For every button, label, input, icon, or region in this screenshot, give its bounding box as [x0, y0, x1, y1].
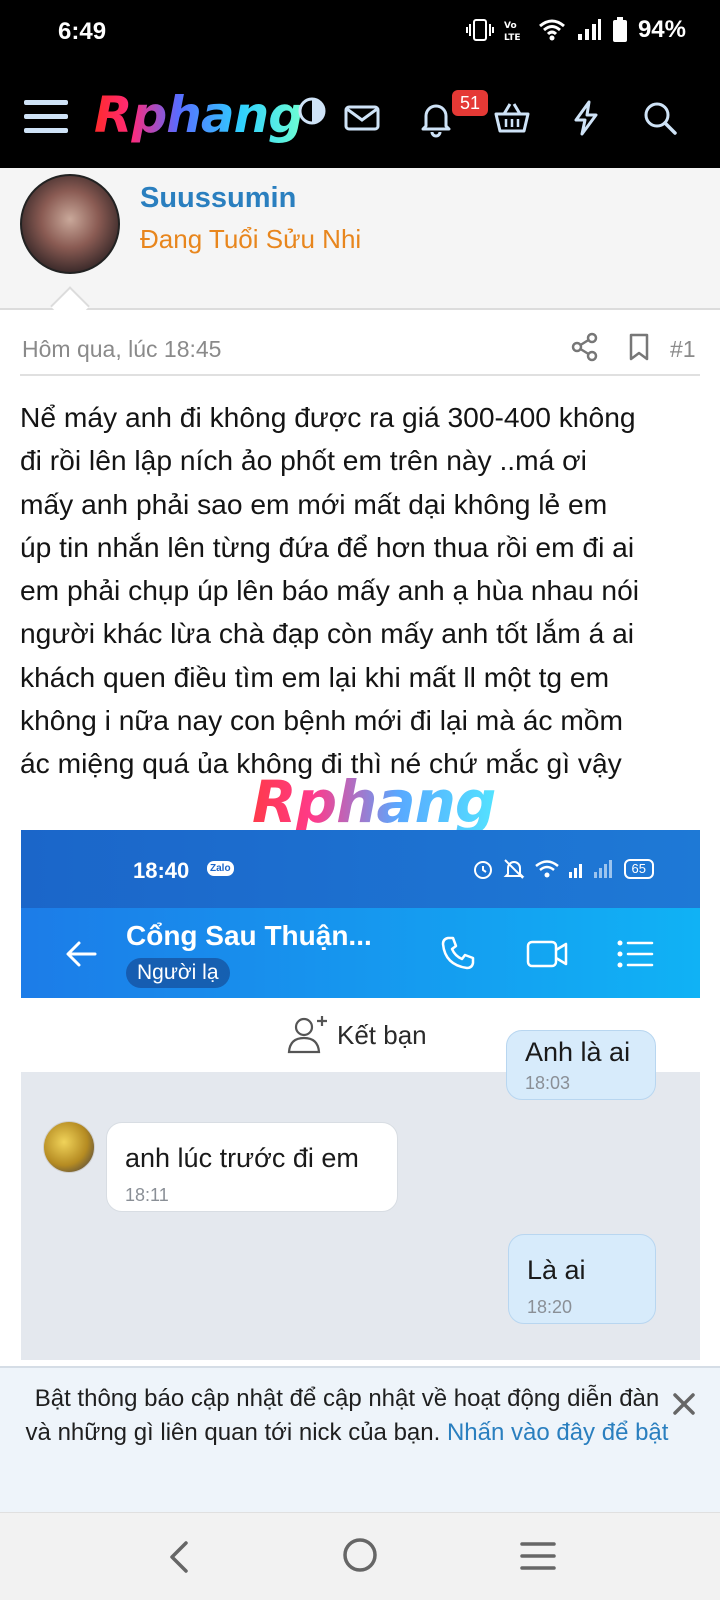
- site-logo[interactable]: Rphang: [94, 86, 304, 144]
- basket-icon[interactable]: [492, 98, 532, 138]
- message-pointer: [50, 286, 90, 326]
- notification-badge: 51: [452, 90, 488, 116]
- lightning-icon[interactable]: [566, 98, 606, 138]
- system-nav-bar: [0, 1512, 720, 1600]
- video-call-icon[interactable]: [525, 934, 569, 972]
- battery-icon: [612, 17, 627, 42]
- post-body-text: Nể máy anh đi không được ra giá 300-400 …: [20, 401, 640, 780]
- message-text: anh lúc trước đi em: [125, 1143, 359, 1173]
- vibrate-icon: [465, 19, 494, 41]
- status-time: 6:49: [58, 18, 107, 45]
- message-text: Anh là ai: [525, 1037, 631, 1067]
- share-icon[interactable]: [570, 332, 600, 362]
- watermark-logo: Rphang: [252, 768, 496, 836]
- phone-icon[interactable]: [439, 934, 477, 972]
- volte-icon: Vo LTE: [504, 21, 521, 42]
- nav-home-icon[interactable]: [340, 1535, 380, 1575]
- notice-text: Bật thông báo cập nhật để cập nhật về ho…: [22, 1382, 672, 1450]
- add-friend-label: Kết bạn: [337, 1020, 427, 1050]
- zalo-app-icon: Zalo: [207, 861, 234, 876]
- poster-avatar[interactable]: [20, 174, 120, 274]
- bookmark-icon[interactable]: [624, 332, 654, 362]
- embedded-wifi-icon: [534, 860, 559, 878]
- embedded-status-bar: 18:40 Zalo 65: [21, 830, 700, 908]
- back-arrow-icon[interactable]: [61, 934, 101, 974]
- wifi-icon: [538, 19, 565, 41]
- message-time: 18:20: [527, 1297, 573, 1317]
- embedded-battery: 65: [623, 859, 654, 879]
- push-notification-banner: Bật thông báo cập nhật để cập nhật về ho…: [0, 1366, 720, 1512]
- poster-name[interactable]: Suussumin: [140, 182, 296, 215]
- battery-percentage: 94%: [637, 16, 686, 43]
- embedded-status-icons: 65: [472, 858, 654, 880]
- close-icon[interactable]: [670, 1390, 698, 1418]
- app-header: Rphang 51: [0, 72, 720, 168]
- nav-recents-icon[interactable]: [518, 1539, 558, 1573]
- chat-header: Cổng Sau Thuận... Người lạ: [21, 908, 700, 998]
- svg-text:Vo: Vo: [504, 21, 517, 31]
- mail-icon[interactable]: [342, 98, 382, 138]
- nav-back-icon[interactable]: [164, 1537, 196, 1577]
- svg-text:LTE: LTE: [504, 33, 521, 42]
- post-number[interactable]: #1: [670, 336, 696, 363]
- embedded-screenshot[interactable]: 18:40 Zalo 65 Cổng Sau Thuận... Người lạ…: [21, 830, 700, 1360]
- list-menu-icon[interactable]: [615, 936, 655, 972]
- poster-user-title: Đang Tuổi Sửu Nhi: [140, 224, 362, 254]
- signal-icon: [577, 19, 601, 40]
- bell-icon[interactable]: [416, 98, 456, 138]
- status-icons: Vo LTE 94%: [465, 16, 686, 44]
- message-time: 18:11: [125, 1185, 169, 1205]
- chat-message: Anh là ai 18:03: [506, 1030, 656, 1100]
- add-friend-icon: [287, 1016, 327, 1054]
- enable-notifications-link[interactable]: Nhấn vào đây để bật: [447, 1419, 669, 1446]
- mute-icon: [503, 859, 524, 879]
- message-text: Là ai: [527, 1255, 586, 1285]
- menu-icon[interactable]: [24, 94, 70, 140]
- chat-message: Là ai 18:20: [508, 1234, 656, 1324]
- status-bar: 6:49 Vo LTE 94%: [0, 0, 720, 72]
- message-time: 18:03: [525, 1073, 571, 1093]
- post-date[interactable]: Hôm qua, lúc 18:45: [22, 336, 221, 363]
- contact-name: Cổng Sau Thuận...: [126, 920, 372, 951]
- alarm-icon: [473, 861, 492, 879]
- stranger-tag: Người lạ: [126, 958, 230, 988]
- search-icon[interactable]: [640, 98, 680, 138]
- theme-toggle-icon[interactable]: [297, 96, 327, 126]
- post-meta: Hôm qua, lúc 18:45 #1: [20, 326, 700, 376]
- contact-avatar: [43, 1121, 95, 1173]
- poster-block: Suussumin Đang Tuổi Sửu Nhi: [0, 168, 720, 326]
- chat-message: anh lúc trước đi em 18:11: [106, 1122, 398, 1212]
- embedded-time: 18:40: [133, 858, 190, 883]
- embedded-signal-icon: [568, 860, 612, 878]
